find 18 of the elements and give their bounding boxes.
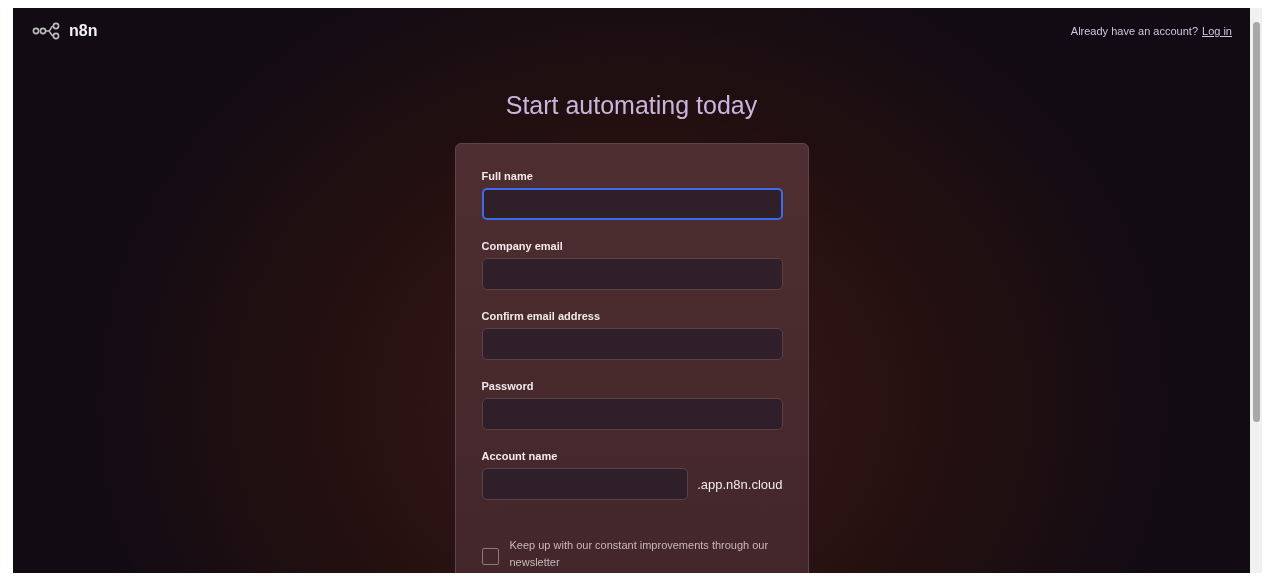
logo-text: n8n — [69, 22, 98, 40]
input-field[interactable] — [481, 328, 783, 360]
field-label: Full name — [481, 170, 534, 182]
newsletter-checkbox[interactable] — [481, 548, 499, 565]
field-label: Confirm email address — [481, 310, 602, 322]
login-link[interactable]: Log in — [1202, 25, 1232, 37]
field-label: Company email — [481, 240, 564, 252]
input-field[interactable] — [481, 468, 689, 500]
field-label: Account name — [481, 450, 559, 462]
input-field[interactable] — [481, 188, 783, 220]
newsletter-label: Keep up with our constant improvements through our newsletter — [509, 538, 770, 570]
page-title: Start automating today — [505, 91, 758, 120]
field-label: Password — [481, 380, 535, 392]
input-field[interactable] — [481, 398, 783, 430]
scrollbar[interactable] — [1250, 8, 1262, 573]
login-prompt: Already have an account? — [1070, 25, 1198, 37]
input-field[interactable] — [481, 258, 783, 290]
domain-suffix: .app.n8n.cloud — [697, 476, 783, 492]
